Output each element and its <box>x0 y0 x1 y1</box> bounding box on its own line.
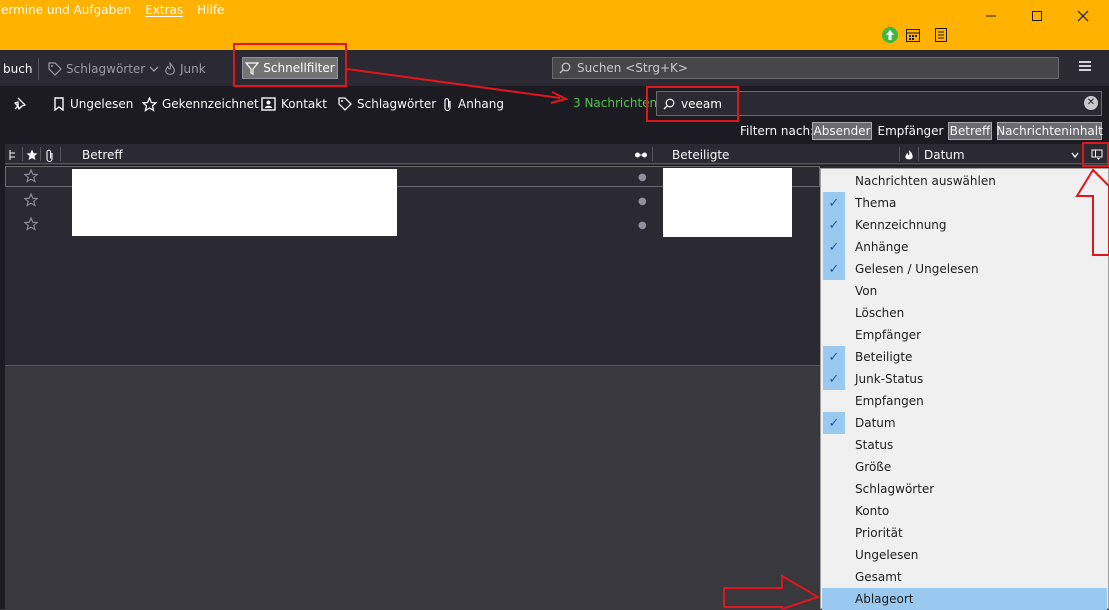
annotation-arrows <box>346 68 1109 609</box>
annotation-arrow-up <box>1075 168 1109 256</box>
annotation-arrow-right <box>723 574 821 609</box>
